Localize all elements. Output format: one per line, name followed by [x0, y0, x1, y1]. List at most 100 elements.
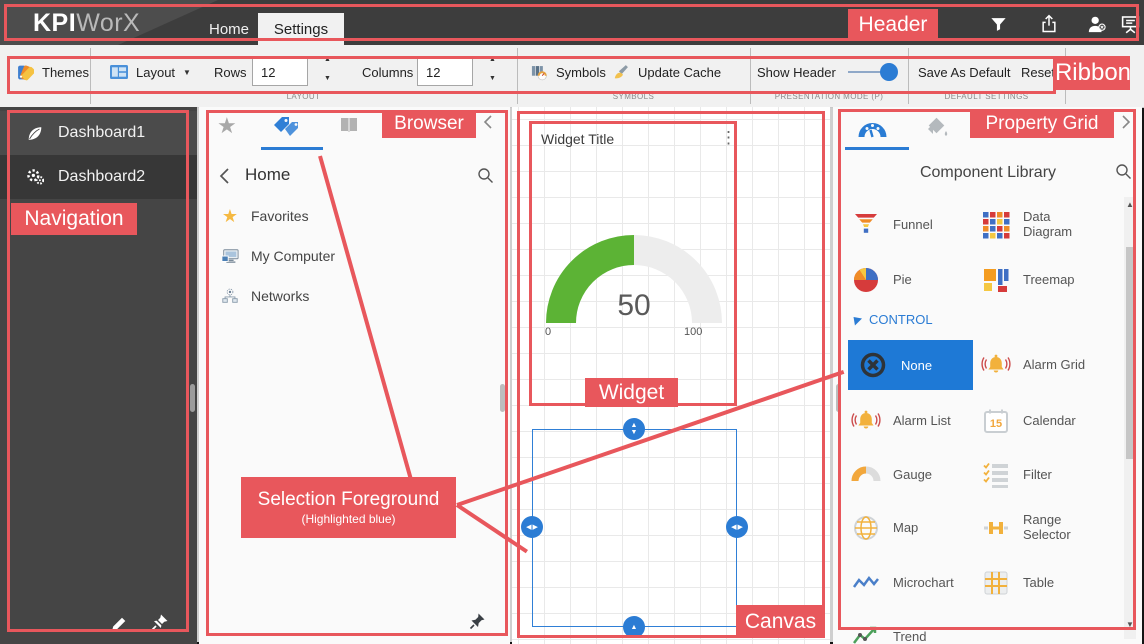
show-header-toggle[interactable] [848, 54, 894, 90]
library-item-trend[interactable]: Trend [851, 615, 981, 644]
scroll-down-icon[interactable]: ▼ [1124, 619, 1136, 631]
library-item-alarm-list[interactable]: Alarm List [851, 399, 981, 443]
selection-foreground-title: Selection Foreground [258, 488, 440, 512]
control-section-header[interactable]: CONTROL [851, 312, 933, 327]
star-icon: ★ [221, 207, 239, 225]
library-item-alarm-grid[interactable]: Alarm Grid [981, 343, 1111, 387]
data-diagram-icon [981, 210, 1011, 240]
app-logo: KPIWorX [33, 9, 140, 38]
chevron-down-icon: ▼ [183, 68, 191, 77]
widget-menu-icon[interactable]: ⋮ [720, 128, 737, 148]
library-item-range-selector[interactable]: Range Selector [981, 506, 1111, 550]
ribbon-group-defaults: DEFAULT SETTINGS [908, 92, 1065, 101]
library-item-none-selected[interactable]: None [848, 340, 973, 390]
browser-item-my-computer[interactable]: My Computer [221, 247, 335, 265]
rows-input[interactable]: 12 [252, 54, 308, 90]
tab-home[interactable]: Home [200, 13, 258, 45]
browser-panel: ★ Home ★ Favorites [199, 107, 510, 644]
annotation-label-selection-foreground: Selection Foreground (Highlighted blue) [241, 477, 456, 538]
scroll-up-icon[interactable]: ▲ [1124, 199, 1136, 211]
rows-stepper[interactable]: ▲▼ [320, 54, 335, 84]
user-icon[interactable] [1085, 13, 1109, 35]
nav-item-dashboard2[interactable]: Dashboard2 [0, 155, 197, 199]
leaf-icon [26, 124, 44, 142]
scrollbar-thumb[interactable] [1126, 247, 1134, 459]
search-icon[interactable] [477, 167, 494, 189]
search-icon[interactable] [1115, 163, 1132, 185]
calendar-number: 15 [990, 418, 1002, 430]
funnel-icon [851, 210, 881, 240]
resize-handle-left[interactable]: ◀▶ [521, 516, 543, 538]
filter-list-icon [981, 460, 1011, 490]
navigation-panel: Dashboard1 Dashboard2 [0, 107, 197, 644]
components-tab-gauge-icon[interactable] [857, 116, 888, 144]
tags-tab-icon[interactable] [273, 116, 300, 141]
browser-item-networks[interactable]: Networks [221, 287, 309, 305]
presentation-icon[interactable] [1118, 13, 1142, 35]
symbols-button[interactable]: Symbols [530, 54, 606, 90]
expand-right-icon[interactable] [1121, 115, 1131, 132]
layout-dropdown[interactable]: Layout ▼ [110, 54, 191, 90]
selection-foreground-subtitle: (Highlighted blue) [301, 512, 395, 527]
filter-icon[interactable] [986, 13, 1010, 35]
splitter-handle[interactable] [500, 384, 505, 412]
library-item-table[interactable]: Table [981, 561, 1111, 605]
annotation-label-canvas: Canvas [736, 605, 825, 638]
collapse-triangle-icon [850, 313, 862, 325]
splitter-handle[interactable] [190, 384, 195, 412]
network-icon [221, 287, 239, 305]
share-icon[interactable] [1037, 13, 1061, 35]
table-icon [981, 568, 1011, 598]
symbols-icon [530, 63, 548, 81]
save-as-default-button[interactable]: Save As Default [918, 54, 1011, 90]
computer-icon [221, 247, 239, 265]
selected-widget-outline[interactable] [532, 429, 737, 627]
library-item-pie[interactable]: Pie [851, 258, 981, 302]
library-item-treemap[interactable]: Treemap [981, 258, 1111, 302]
selected-tab-underline [261, 147, 323, 150]
unpin-icon[interactable] [150, 613, 169, 637]
columns-label: Columns [362, 54, 413, 90]
tab-settings[interactable]: Settings [258, 13, 344, 45]
resize-handle-right[interactable]: ◀▶ [726, 516, 748, 538]
library-item-filter[interactable]: Filter [981, 453, 1111, 497]
gauge-icon [851, 460, 881, 490]
themes-button[interactable]: Themes [16, 54, 89, 90]
pin-icon[interactable] [469, 612, 486, 635]
show-header-label: Show Header [757, 54, 836, 90]
columns-input[interactable]: 12 [417, 54, 473, 90]
collapse-left-icon[interactable] [483, 115, 493, 132]
appearance-tab-paint-icon[interactable] [925, 117, 951, 144]
canvas-panel[interactable]: Widget Title ⋮ 50 0 100 ▲▼ ◀▶ ◀▶ ▲ [512, 107, 830, 644]
library-item-calendar[interactable]: 15 Calendar [981, 399, 1111, 443]
gauge-min-label: 0 [545, 326, 551, 338]
selected-tab-underline [845, 147, 909, 150]
reset-button[interactable]: Reset [1021, 54, 1055, 90]
nav-item-dashboard1[interactable]: Dashboard1 [0, 111, 197, 155]
favorites-tab-star-icon[interactable]: ★ [217, 113, 237, 139]
property-grid-panel: Component Library Funnel Data Diagram [833, 107, 1142, 644]
resize-handle-bottom[interactable]: ▲ [623, 616, 645, 638]
browser-item-favorites[interactable]: ★ Favorites [221, 207, 309, 225]
splitter-handle[interactable] [836, 384, 841, 412]
library-item-gauge[interactable]: Gauge [851, 453, 981, 497]
gauge-max-label: 100 [684, 326, 702, 338]
update-cache-button[interactable]: Update Cache [612, 54, 721, 90]
alarm-list-icon [851, 406, 881, 436]
browser-breadcrumb[interactable]: Home [245, 165, 290, 185]
edit-pencil-icon[interactable] [110, 615, 128, 638]
columns-stepper[interactable]: ▲▼ [485, 54, 500, 84]
book-tab-icon[interactable] [339, 115, 359, 140]
library-item-funnel[interactable]: Funnel [851, 203, 981, 247]
ribbon-bar: Themes Layout ▼ Rows 12 ▲▼ Columns 12 ▲▼ [0, 45, 1144, 108]
microchart-icon [851, 568, 881, 598]
back-icon[interactable] [219, 168, 230, 189]
annotation-label-ribbon: Ribbon [1056, 56, 1130, 90]
calendar-icon: 15 [981, 406, 1011, 436]
resize-handle-top[interactable]: ▲▼ [623, 418, 645, 440]
library-item-map[interactable]: Map [851, 506, 981, 550]
library-item-microchart[interactable]: Microchart [851, 561, 981, 605]
library-item-data-diagram[interactable]: Data Diagram [981, 203, 1111, 247]
annotation-label-browser: Browser [382, 110, 476, 138]
map-globe-icon [851, 513, 881, 543]
